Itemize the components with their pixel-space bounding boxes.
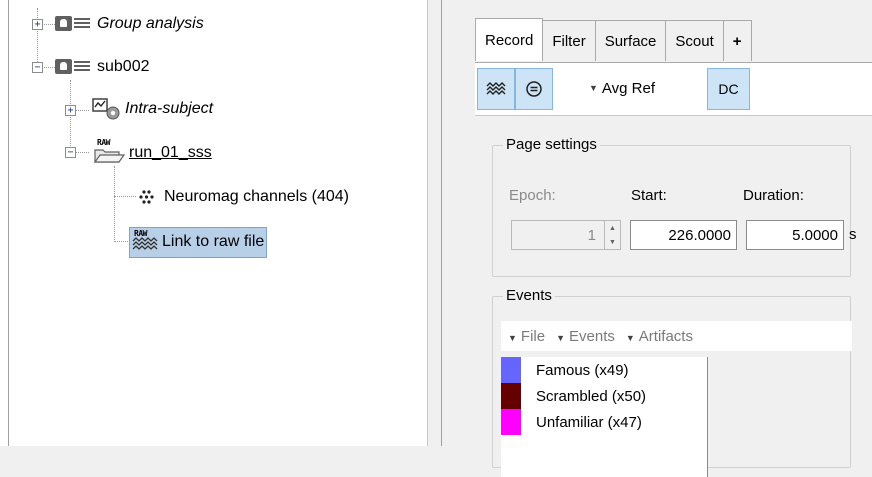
- event-label: Famous (x49): [536, 361, 629, 379]
- event-color-swatch: [501, 409, 521, 435]
- events-menu-bar: ▼ File ▼ Events ▼ Artifacts: [501, 321, 852, 351]
- montage-button[interactable]: [515, 68, 553, 110]
- file-menu-label: File: [520, 327, 546, 345]
- tab-filter[interactable]: Filter: [542, 20, 596, 61]
- event-label: Unfamiliar (x47): [536, 413, 642, 431]
- tab-surface[interactable]: Surface: [594, 20, 667, 61]
- tree-item-link-to-raw-file[interactable]: RAW Link to raw file: [129, 227, 268, 258]
- tree-item-label: Group analysis: [97, 15, 204, 32]
- tree-item-label: sub002: [97, 58, 150, 75]
- duration-field[interactable]: 5.0000: [746, 220, 844, 250]
- event-label: Scrambled (x50): [536, 387, 647, 405]
- record-panel: Record Filter Surface Scout + ▼ Avg Ref …: [457, 0, 872, 477]
- dropdown-arrow-icon: ▼: [556, 332, 566, 343]
- event-list: Famous (x49) Scrambled (x50) Unfamiliar …: [501, 357, 708, 477]
- expand-icon[interactable]: +: [65, 105, 76, 116]
- start-label: Start:: [631, 187, 667, 204]
- record-toolbar: ▼ Avg Ref DC: [475, 63, 872, 115]
- page-settings-title: Page settings: [503, 136, 600, 153]
- raw-link-icon: RAW: [132, 229, 160, 253]
- dropdown-arrow-icon: ▼: [508, 332, 517, 343]
- dropdown-arrow-icon: ▼: [625, 332, 635, 343]
- display-mode-button[interactable]: [477, 68, 515, 110]
- epoch-label: Epoch:: [509, 187, 556, 204]
- start-value: 226.0000: [668, 226, 731, 244]
- artifacts-menu-label: Artifacts: [638, 327, 693, 345]
- record-content: Page settings Epoch: Start: Duration: 1 …: [475, 115, 872, 477]
- spinner-up-icon: ▲: [609, 224, 616, 232]
- event-item-unfamiliar[interactable]: Unfamiliar (x47): [501, 409, 707, 435]
- tree-item-group-analysis[interactable]: Group analysis: [55, 11, 204, 37]
- avg-ref-dropdown[interactable]: ▼ Avg Ref: [589, 68, 655, 108]
- artifacts-menu[interactable]: ▼ Artifacts: [626, 328, 693, 345]
- event-color-swatch: [501, 383, 521, 409]
- event-item-scrambled[interactable]: Scrambled (x50): [501, 383, 707, 409]
- raw-folder-icon: RAW: [91, 138, 129, 166]
- duration-label: Duration:: [743, 187, 804, 204]
- tree-item-neuromag-channels[interactable]: Neuromag channels (404): [138, 184, 349, 210]
- tree-connector: [42, 24, 55, 25]
- page-settings-group: Page settings Epoch: Start: Duration: 1 …: [492, 136, 857, 277]
- waveform-icon: [486, 82, 506, 95]
- subject-icon: [55, 58, 91, 76]
- channels-icon: [138, 187, 164, 207]
- tree-item-label: run_01_sss: [129, 144, 212, 161]
- spinner-down-icon: ▼: [609, 238, 616, 246]
- tab-add[interactable]: +: [722, 20, 752, 61]
- panel-border: [8, 0, 9, 446]
- avg-ref-label: Avg Ref: [601, 79, 656, 97]
- tab-bar: Record Filter Surface Scout +: [475, 18, 752, 62]
- dc-offset-button[interactable]: DC: [707, 68, 750, 110]
- collapse-icon[interactable]: −: [65, 147, 76, 158]
- collapse-icon[interactable]: −: [32, 62, 43, 73]
- tab-record[interactable]: Record: [475, 18, 544, 61]
- tree-item-label: Intra-subject: [125, 100, 214, 117]
- dropdown-arrow-icon: ▼: [589, 83, 598, 93]
- database-tree-panel: + Group analysis − sub002 + Intra-subjec…: [0, 0, 427, 446]
- tree-connector: [114, 166, 115, 242]
- tree-item-sub002[interactable]: sub002: [55, 54, 150, 80]
- tree-connector: [42, 67, 55, 68]
- tree-connector: [76, 152, 89, 153]
- tree-connector: [76, 110, 89, 111]
- event-item-famous[interactable]: Famous (x49): [501, 357, 707, 383]
- tree-item-run-01-sss[interactable]: RAW run_01_sss: [91, 138, 212, 166]
- splitter-edge: [441, 0, 442, 446]
- tab-scout[interactable]: Scout: [665, 20, 724, 61]
- expand-icon[interactable]: +: [32, 19, 43, 30]
- subject-icon: [55, 15, 91, 33]
- epoch-spinner[interactable]: ▲ ▼: [604, 221, 620, 249]
- equal-circle-icon: [526, 81, 542, 97]
- panel-splitter[interactable]: [427, 0, 457, 446]
- tree-item-label: Link to raw file: [162, 233, 265, 250]
- intra-subject-icon: [91, 97, 123, 121]
- tree-item-label: Neuromag channels (404): [164, 188, 349, 205]
- duration-unit: s: [849, 226, 857, 243]
- event-color-swatch: [501, 357, 521, 383]
- duration-value: 5.0000: [792, 226, 838, 244]
- events-menu-label: Events: [569, 327, 615, 345]
- epoch-value: 1: [587, 226, 596, 244]
- tree-connector: [37, 8, 38, 68]
- epoch-field[interactable]: 1 ▲ ▼: [511, 220, 621, 250]
- tree-connector: [114, 196, 136, 197]
- events-group: Events ▼ File ▼ Events ▼ Artifacts Famous (…: [492, 287, 852, 477]
- events-title: Events: [503, 287, 555, 304]
- tree-connector: [114, 241, 128, 242]
- file-menu[interactable]: ▼ File: [508, 328, 545, 345]
- start-field[interactable]: 226.0000: [630, 220, 737, 250]
- events-menu[interactable]: ▼ Events: [556, 328, 615, 345]
- tree-item-intra-subject[interactable]: Intra-subject: [91, 96, 213, 122]
